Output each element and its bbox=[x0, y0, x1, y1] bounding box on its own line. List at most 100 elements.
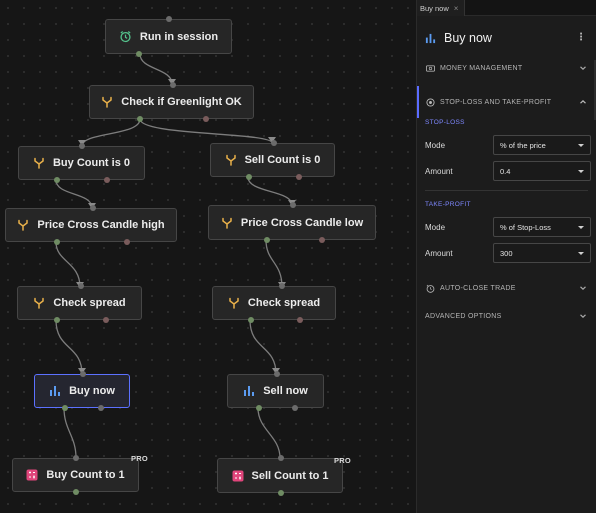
connection-wires bbox=[55, 53, 296, 459]
false-port[interactable] bbox=[103, 317, 109, 323]
close-icon[interactable]: × bbox=[454, 4, 459, 13]
input-port[interactable] bbox=[271, 140, 277, 146]
section-label: MONEY MANAGEMENT bbox=[440, 64, 523, 72]
timer-icon bbox=[425, 284, 435, 293]
branch-icon bbox=[33, 297, 45, 309]
node-sell-count-is-0[interactable]: Sell Count is 0 bbox=[210, 140, 335, 180]
true-port[interactable] bbox=[54, 317, 60, 323]
chevron-down-icon bbox=[580, 66, 586, 71]
input-port[interactable] bbox=[166, 16, 172, 22]
section-money-management[interactable]: MONEY MANAGEMENT bbox=[417, 52, 596, 84]
true-port[interactable] bbox=[264, 237, 270, 243]
wire-buynow-to-buycount1 bbox=[63, 407, 77, 459]
true-port[interactable] bbox=[54, 177, 60, 183]
node-sell-count-to-1[interactable]: Sell Count to 1 bbox=[217, 455, 343, 496]
node-label: Price Cross Candle low bbox=[240, 216, 364, 229]
output-port[interactable] bbox=[73, 489, 79, 495]
select-value: % of Stop-Loss bbox=[500, 222, 551, 232]
section-label: ADVANCED OPTIONS bbox=[425, 312, 502, 320]
true-port[interactable] bbox=[246, 174, 252, 180]
node-check-spread-left[interactable]: Check spread bbox=[17, 283, 142, 323]
node-check-spread-right[interactable]: Check spread bbox=[212, 283, 336, 323]
field-label: Mode bbox=[425, 222, 446, 232]
false-port[interactable] bbox=[104, 177, 110, 183]
failure-port[interactable] bbox=[292, 405, 298, 411]
branch-icon bbox=[228, 297, 240, 309]
wire-pricehigh-to-spread bbox=[55, 241, 81, 288]
node-label: Sell Count to 1 bbox=[251, 469, 329, 482]
take-profit-amount-select[interactable]: 300 bbox=[493, 243, 591, 263]
node-price-cross-high[interactable]: Price Cross Candle high bbox=[5, 205, 177, 245]
wire-sellcount-to-pricelow bbox=[247, 176, 293, 206]
input-port[interactable] bbox=[274, 371, 280, 377]
stop-loss-amount-select[interactable]: 0.4 bbox=[493, 161, 591, 181]
panel-title: Buy now bbox=[444, 31, 492, 45]
true-port[interactable] bbox=[54, 239, 60, 245]
input-port[interactable] bbox=[79, 143, 85, 149]
stop-loss-heading: STOP-LOSS bbox=[425, 119, 465, 126]
false-port[interactable] bbox=[319, 237, 325, 243]
success-port[interactable] bbox=[256, 405, 262, 411]
tab-bar: Buy now × bbox=[417, 0, 596, 16]
flow-canvas[interactable]: Run in session Check if Greenlight OK Bu… bbox=[0, 0, 416, 513]
false-port[interactable] bbox=[124, 239, 130, 245]
input-port[interactable] bbox=[278, 455, 284, 461]
failure-port[interactable] bbox=[98, 405, 104, 411]
branch-icon bbox=[101, 96, 113, 108]
caret-down-icon bbox=[578, 252, 584, 255]
more-options-icon[interactable]: ⋮ bbox=[576, 32, 586, 43]
wire-check-to-buycount bbox=[81, 118, 141, 147]
node-price-cross-low[interactable]: Price Cross Candle low bbox=[208, 202, 376, 243]
input-port[interactable] bbox=[78, 283, 84, 289]
true-port[interactable] bbox=[248, 317, 254, 323]
false-port[interactable] bbox=[296, 174, 302, 180]
bar-chart-icon bbox=[243, 385, 255, 397]
input-port[interactable] bbox=[279, 283, 285, 289]
field-label: Mode bbox=[425, 140, 446, 150]
caret-down-icon bbox=[578, 144, 584, 147]
node-label: Check spread bbox=[247, 297, 321, 309]
chevron-up-icon bbox=[580, 99, 586, 104]
output-port[interactable] bbox=[136, 51, 142, 57]
branch-icon bbox=[17, 219, 29, 231]
node-buy-count-to-1[interactable]: Buy Count to 1 bbox=[12, 455, 139, 495]
tab-label: Buy now bbox=[420, 3, 449, 13]
node-sell-now[interactable]: Sell now bbox=[227, 371, 324, 411]
wire-spread-to-sellnow bbox=[249, 319, 277, 375]
section-label: STOP-LOSS AND TAKE-PROFIT bbox=[440, 98, 552, 106]
node-buy-now[interactable]: Buy now bbox=[34, 371, 130, 411]
tab-buy-now[interactable]: Buy now × bbox=[417, 0, 466, 16]
node-label: Price Cross Candle high bbox=[37, 219, 165, 231]
input-port[interactable] bbox=[73, 455, 79, 461]
alarm-clock-icon bbox=[119, 30, 132, 43]
caret-down-icon bbox=[578, 170, 584, 173]
input-port[interactable] bbox=[90, 205, 96, 211]
node-check-greenlight[interactable]: Check if Greenlight OK bbox=[89, 82, 254, 122]
caret-down-icon bbox=[578, 226, 584, 229]
input-port[interactable] bbox=[80, 371, 86, 377]
input-port[interactable] bbox=[290, 202, 296, 208]
branch-icon bbox=[33, 157, 45, 169]
pro-badge: PRO bbox=[131, 454, 148, 463]
node-run-in-session[interactable]: Run in session bbox=[105, 16, 232, 57]
section-advanced-options[interactable]: ADVANCED OPTIONS bbox=[417, 300, 596, 332]
input-port[interactable] bbox=[170, 82, 176, 88]
select-value: 0.4 bbox=[500, 166, 511, 176]
section-stop-loss-take-profit[interactable]: STOP-LOSS AND TAKE-PROFIT bbox=[417, 86, 596, 118]
false-port[interactable] bbox=[297, 317, 303, 323]
bar-chart-icon bbox=[425, 33, 436, 44]
wire-buycount-to-pricehigh bbox=[55, 179, 93, 209]
node-label: Run in session bbox=[139, 30, 219, 43]
false-port[interactable] bbox=[203, 116, 209, 122]
stop-loss-mode-select[interactable]: % of the price bbox=[493, 135, 591, 155]
success-port[interactable] bbox=[62, 405, 68, 411]
take-profit-mode-select[interactable]: % of Stop-Loss bbox=[493, 217, 591, 237]
select-value: 300 bbox=[500, 248, 513, 258]
chevron-down-icon bbox=[580, 286, 586, 291]
output-port[interactable] bbox=[278, 490, 284, 496]
field-label: Amount bbox=[425, 166, 453, 176]
true-port[interactable] bbox=[137, 116, 143, 122]
target-icon bbox=[425, 97, 435, 107]
node-buy-count-is-0[interactable]: Buy Count is 0 bbox=[18, 143, 145, 183]
take-profit-amount-row: Amount 300 bbox=[417, 240, 596, 266]
